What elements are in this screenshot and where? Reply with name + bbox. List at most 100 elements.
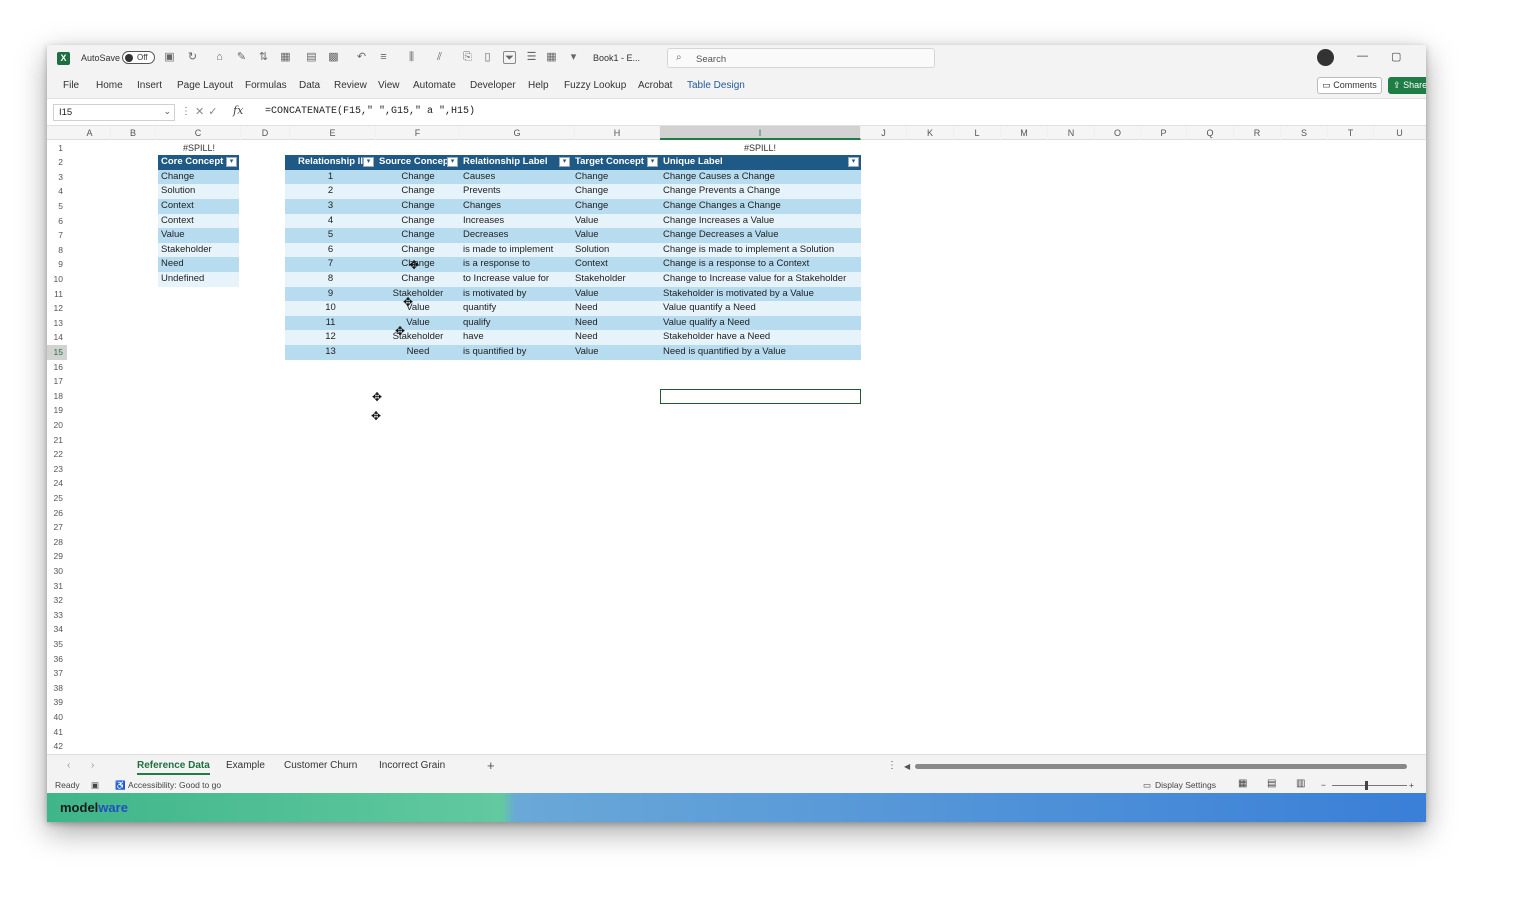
tab-insert[interactable]: Insert — [137, 80, 162, 91]
filter-dropdown-icon[interactable]: ▾ — [226, 157, 237, 168]
row-header-30[interactable]: 30 — [47, 564, 67, 579]
column-header-s[interactable]: S — [1281, 126, 1328, 140]
rel-cell[interactable]: 1 — [285, 169, 376, 185]
active-cell-i15[interactable] — [660, 389, 861, 404]
save-icon[interactable]: ▣ — [163, 51, 176, 64]
macro-record-icon[interactable]: ▣ — [91, 780, 99, 791]
column-header-u[interactable]: U — [1374, 126, 1426, 140]
rel-cell[interactable]: Change — [376, 169, 460, 185]
row-header-36[interactable]: 36 — [47, 652, 67, 667]
search-box[interactable]: ⌕ Search — [667, 48, 935, 68]
tab-home[interactable]: Home — [96, 80, 123, 91]
column-header-d[interactable]: D — [241, 126, 290, 140]
rel-cell[interactable]: Change Changes a Change — [660, 199, 861, 214]
column-header-t[interactable]: T — [1328, 126, 1374, 140]
row-header-24[interactable]: 24 — [47, 476, 67, 491]
row-header-35[interactable]: 35 — [47, 637, 67, 652]
column-header-f[interactable]: F — [376, 126, 460, 140]
tab-data[interactable]: Data — [299, 80, 320, 91]
row-header-20[interactable]: 20 — [47, 418, 67, 433]
fill-color-icon[interactable]: ▩ — [327, 51, 340, 64]
rel-cell[interactable]: Stakeholder — [376, 330, 460, 345]
row-header-17[interactable]: 17 — [47, 374, 67, 389]
rel-cell[interactable]: Change — [376, 228, 460, 243]
row-header-29[interactable]: 29 — [47, 549, 67, 564]
column-header-m[interactable]: M — [1001, 126, 1048, 140]
rel-cell[interactable]: quantify — [460, 301, 572, 316]
rel-cell[interactable]: Value — [572, 286, 660, 302]
cancel-enter-icons[interactable]: ✕✓ — [195, 105, 221, 118]
rel-cell[interactable]: Need — [572, 301, 660, 316]
rel-cell[interactable]: Change is made to implement a Solution — [660, 242, 861, 258]
spill-error-i1[interactable]: #SPILL! — [660, 141, 860, 156]
rel-cell[interactable]: Change — [376, 242, 460, 258]
worksheet-grid[interactable]: ABCDEFGHIJKLMNOPQRSTU 1 2 3 4 5 6 7 8 9 10 11 12 13 1… — [47, 126, 1426, 754]
core-concept-cell[interactable]: Need — [158, 257, 239, 272]
rel-cell[interactable]: Stakeholder — [376, 286, 460, 302]
rel-cell[interactable]: is motivated by — [460, 286, 572, 302]
horizontal-scrollbar[interactable] — [915, 764, 1407, 769]
rel-cell[interactable]: is quantified by — [460, 345, 572, 360]
row-header-34[interactable]: 34 — [47, 622, 67, 637]
rel-cell[interactable]: is a response to — [460, 257, 572, 272]
row-header-38[interactable]: 38 — [47, 681, 67, 696]
zoom-slider-knob[interactable] — [1365, 781, 1368, 790]
share-button[interactable]: ⇪ Share — [1388, 77, 1426, 94]
rel-cell[interactable]: Change — [572, 199, 660, 214]
rel-cell[interactable]: Stakeholder is motivated by a Value — [660, 286, 861, 302]
tab-review[interactable]: Review — [334, 80, 367, 91]
rel-cell[interactable]: Value — [376, 315, 460, 331]
insert-function-icon[interactable]: fx — [233, 104, 243, 117]
column-header-i[interactable]: I — [660, 126, 861, 140]
rel-cell[interactable]: Prevents — [460, 184, 572, 199]
rel-cell[interactable]: 11 — [285, 315, 376, 331]
tab-view[interactable]: View — [378, 80, 400, 91]
rel-cell[interactable]: 5 — [285, 228, 376, 243]
rel-cell[interactable]: Change Decreases a Value — [660, 228, 861, 243]
core-concept-cell[interactable]: Context — [158, 199, 239, 214]
copy-icon[interactable]: ⎘ — [461, 51, 474, 64]
rel-cell[interactable]: Value — [376, 301, 460, 316]
row-header-21[interactable]: 21 — [47, 433, 67, 448]
rel-cell[interactable]: Context — [572, 257, 660, 272]
column-header-l[interactable]: L — [954, 126, 1001, 140]
accessibility-status[interactable]: Accessibility: Good to go — [128, 780, 221, 790]
column-header-a[interactable]: A — [69, 126, 111, 140]
rel-cell[interactable]: Change — [376, 184, 460, 199]
core-concept-cell[interactable]: Context — [158, 213, 239, 229]
minimize-icon[interactable]: — — [1357, 50, 1368, 62]
name-box[interactable]: I15 ⌄ — [53, 104, 175, 121]
filter-dropdown-icon[interactable]: ▾ — [559, 157, 570, 168]
row-header-31[interactable]: 31 — [47, 579, 67, 594]
table-icon[interactable]: ▦ — [545, 51, 558, 64]
rel-cell[interactable]: Change to Increase value for a Stakehold… — [660, 272, 861, 287]
zoom-out-icon[interactable]: − — [1321, 780, 1326, 790]
row-header-32[interactable]: 32 — [47, 593, 67, 608]
page-break-view-icon[interactable]: ▥ — [1296, 778, 1305, 789]
column-header-g[interactable]: G — [460, 126, 575, 140]
filter-dropdown-icon[interactable]: ▾ — [363, 157, 374, 168]
row-header-33[interactable]: 33 — [47, 608, 67, 623]
row-header-39[interactable]: 39 — [47, 695, 67, 710]
next-sheet-icon[interactable]: › — [91, 760, 94, 771]
tab-acrobat[interactable]: Acrobat — [638, 80, 672, 91]
borders-icon[interactable]: ▦ — [279, 51, 292, 64]
tab-page-layout[interactable]: Page Layout — [177, 80, 233, 91]
row-header-8[interactable]: 8 — [47, 243, 67, 258]
normal-view-icon[interactable]: ▦ — [1238, 778, 1247, 789]
autosave-toggle[interactable]: Off — [122, 51, 155, 64]
rel-cell[interactable]: is made to implement — [460, 242, 572, 258]
row-header-40[interactable]: 40 — [47, 710, 67, 725]
rel-cell[interactable]: Increases — [460, 213, 572, 229]
rel-cell[interactable]: 10 — [285, 301, 376, 316]
filter-dropdown-icon[interactable]: ▾ — [447, 157, 458, 168]
scroll-left-icon[interactable]: ◀ — [904, 762, 910, 771]
row-header-2[interactable]: 2 — [47, 155, 67, 170]
rel-cell[interactable]: Need — [572, 330, 660, 345]
row-header-14[interactable]: 14 — [47, 330, 67, 345]
column-header-p[interactable]: P — [1141, 126, 1187, 140]
row-header-15[interactable]: 15 — [47, 345, 67, 360]
rel-cell[interactable]: Change Increases a Value — [660, 213, 861, 229]
page-layout-view-icon[interactable]: ▤ — [1267, 778, 1276, 789]
row-header-13[interactable]: 13 — [47, 316, 67, 331]
